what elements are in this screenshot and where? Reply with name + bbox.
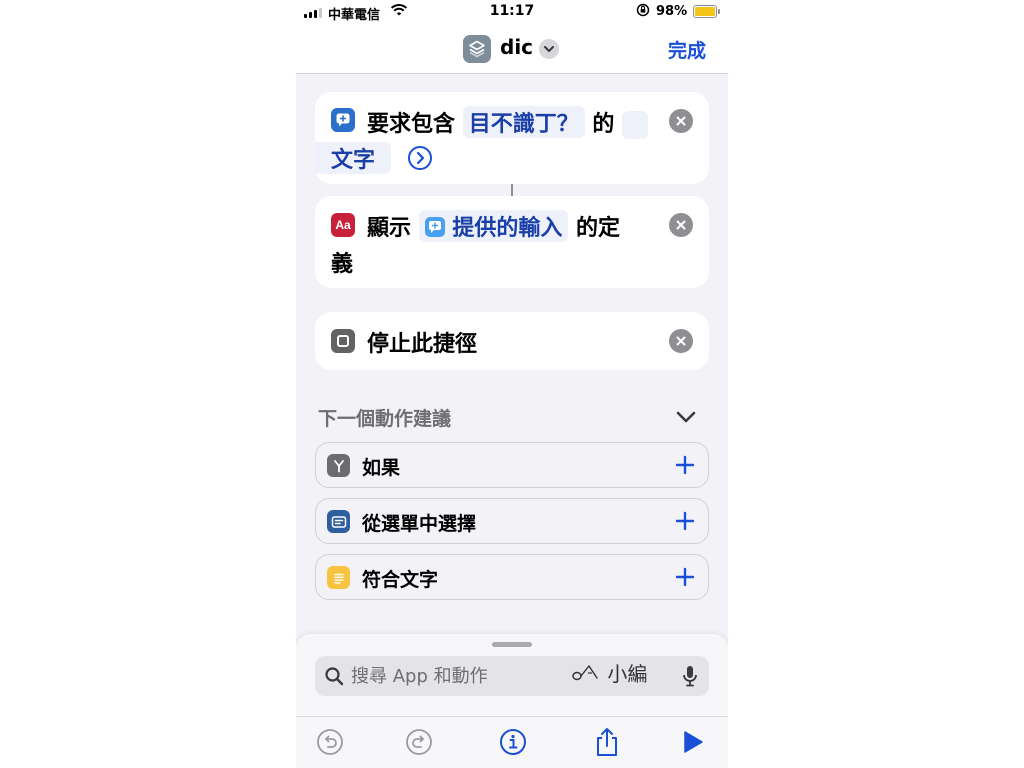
redo-button[interactable] [404, 727, 434, 757]
suggestion-label: 如果 [362, 457, 401, 479]
if-branch-icon [327, 454, 350, 477]
chevron-down-icon[interactable] [676, 408, 696, 427]
action-text: 義 [331, 252, 354, 277]
stop-icon [331, 329, 355, 353]
close-icon [676, 220, 686, 230]
share-icon [597, 728, 617, 756]
suggestion-item-match-text[interactable]: 符合文字 [315, 554, 709, 600]
close-icon [676, 116, 686, 126]
menu-select-icon [327, 510, 350, 533]
action-search-sheet: 小編 [296, 634, 728, 768]
action-text: 要求包含 [367, 112, 456, 137]
battery-percent: 98% [656, 4, 688, 19]
microphone-icon[interactable] [682, 665, 698, 691]
action-ask-for-input[interactable]: 要求包含 目不識丁？ 的 文字 [315, 92, 709, 184]
action-stop-shortcut[interactable]: 停止此捷徑 [315, 312, 709, 370]
nav-bar: dic 完成 [296, 26, 728, 74]
action-text: 的 [592, 112, 615, 137]
suggestion-item-choose-from-menu[interactable]: 從選單中選擇 [315, 498, 709, 544]
empty-token[interactable] [622, 111, 649, 139]
action-text: 的定 [576, 216, 621, 241]
search-input[interactable] [351, 656, 591, 696]
expand-arrow-icon[interactable] [407, 145, 433, 177]
remove-action-button[interactable] [669, 329, 693, 353]
shortcut-app-icon[interactable] [463, 35, 491, 63]
token-label: 提供的輸入 [452, 216, 563, 241]
ask-input-icon [331, 108, 355, 132]
prompt-token[interactable]: 目不識丁？ [462, 106, 585, 138]
match-text-icon [327, 566, 350, 589]
dictionary-icon: Aa [331, 213, 355, 237]
add-icon[interactable] [672, 564, 698, 590]
action-connector [511, 184, 513, 196]
chevron-down-icon[interactable] [539, 39, 559, 59]
suggestions-heading: 下一個動作建議 [318, 408, 452, 430]
suggestion-label: 從選單中選擇 [362, 513, 477, 535]
watermark: 小編 [571, 658, 647, 687]
suggestion-label: 符合文字 [362, 569, 439, 591]
run-button[interactable] [678, 727, 708, 757]
remove-action-button[interactable] [669, 213, 693, 237]
status-bar: 中華電信 11:17 98% [296, 0, 728, 26]
remove-action-button[interactable] [669, 109, 693, 133]
play-icon [684, 731, 703, 753]
watermark-text: 小編 [607, 662, 648, 686]
phone-screen: 中華電信 11:17 98% dic 完成 要求包含 目不識丁？ 的 文字 Aa… [296, 0, 728, 768]
info-icon [500, 729, 526, 755]
undo-button[interactable] [315, 727, 345, 757]
info-button[interactable] [498, 727, 528, 757]
shortcut-title[interactable]: dic [500, 35, 533, 59]
action-show-definition[interactable]: Aa 顯示 提供的輸入 的定 義 [315, 196, 709, 288]
editor-toolbar [296, 716, 728, 768]
orientation-lock-icon [636, 3, 650, 21]
share-button[interactable] [592, 727, 622, 757]
action-text: 停止此捷徑 [367, 332, 478, 357]
provided-input-token[interactable]: 提供的輸入 [418, 210, 569, 242]
search-bar[interactable]: 小編 [315, 656, 709, 696]
sheet-grabber[interactable] [492, 642, 532, 647]
undo-icon [317, 729, 343, 755]
input-type-token[interactable]: 文字 [315, 142, 392, 174]
close-icon [676, 336, 686, 346]
add-icon[interactable] [672, 452, 698, 478]
suggestion-item-if[interactable]: 如果 [315, 442, 709, 488]
done-button[interactable]: 完成 [668, 36, 706, 63]
battery-icon [693, 5, 720, 18]
add-icon[interactable] [672, 508, 698, 534]
search-icon [324, 666, 344, 690]
redo-icon [406, 729, 432, 755]
ask-input-icon [424, 217, 445, 237]
watermark-mark [572, 664, 598, 681]
action-text: 顯示 [367, 216, 412, 241]
